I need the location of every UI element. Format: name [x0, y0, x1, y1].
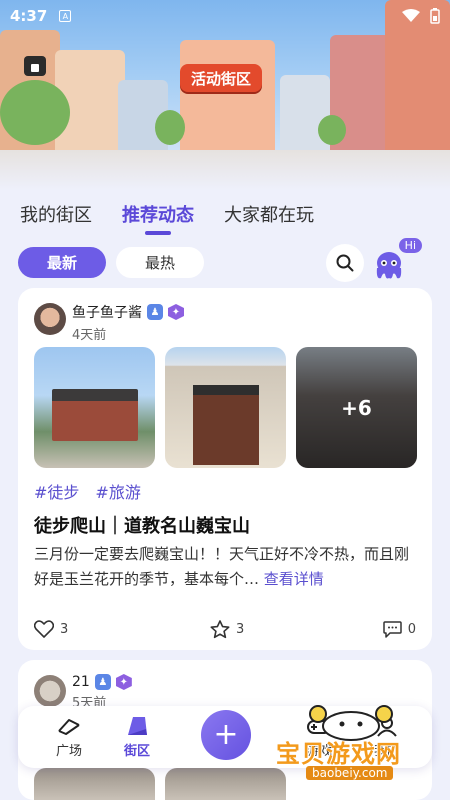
like-button[interactable]: 3 [34, 620, 68, 638]
archway-graphic [52, 389, 138, 441]
more-photos-count: +6 [296, 347, 417, 468]
post-photo-more[interactable]: +6 [296, 347, 417, 468]
tag-link[interactable]: #徒步 [34, 479, 79, 503]
verified-user-icon: ♟ [94, 674, 111, 690]
watermark-url: baobeiy.com [306, 766, 394, 780]
mascot-greeting: Hi [398, 238, 422, 253]
filter-bar: 最新 最热 Hi [18, 238, 432, 282]
mascot-assistant-button[interactable]: Hi [372, 238, 422, 282]
level-badge-icon: ✦ [115, 674, 132, 690]
avatar[interactable] [34, 303, 66, 335]
filter-latest-button[interactable]: 最新 [18, 246, 106, 278]
street-icon [125, 714, 149, 738]
post-photo[interactable] [34, 768, 155, 800]
post-author[interactable]: 鱼子鱼子酱 ♟ ✦ 4天前 [34, 302, 184, 343]
temple-door-graphic [193, 385, 259, 465]
verified-user-icon: ♟ [147, 304, 163, 320]
plus-icon: + [213, 717, 239, 752]
post-card[interactable]: 鱼子鱼子酱 ♟ ✦ 4天前 +6 #徒步 #旅游 徒步爬山｜道教名山巍宝山 三月… [18, 288, 432, 650]
comment-button[interactable]: 0 [382, 620, 416, 638]
post-time: 4天前 [72, 328, 107, 343]
battery-icon [430, 8, 440, 24]
comment-count: 0 [407, 621, 416, 637]
tree [0, 80, 70, 145]
view-details-link[interactable]: 查看详情 [264, 570, 324, 588]
post-photo[interactable] [165, 768, 286, 800]
status-bar: 4:37 A [0, 0, 450, 32]
avatar[interactable] [34, 675, 66, 707]
tag-link[interactable]: #旅游 [95, 479, 140, 503]
photo-gallery [34, 768, 286, 800]
post-body-text: 三月份一定要去爬巍宝山！！天气正好不冷不热，而且刚好是玉兰花开的季节，基本每个… [34, 545, 410, 588]
nav-street[interactable]: 街区 [112, 714, 162, 759]
create-post-button[interactable]: + [201, 710, 251, 760]
author-name[interactable]: 21 [72, 674, 90, 690]
photo-gallery: +6 [34, 347, 417, 468]
sim-icon: A [59, 10, 72, 22]
like-count: 3 [60, 621, 69, 637]
author-name[interactable]: 鱼子鱼子酱 [72, 302, 142, 322]
post-photo[interactable] [165, 347, 286, 468]
nav-street-label: 街区 [123, 744, 150, 759]
favorite-button[interactable]: 3 [210, 619, 245, 639]
status-time: 4:37 [10, 7, 48, 25]
post-photo[interactable] [34, 347, 155, 468]
watermark-text: 宝贝游戏网 [276, 740, 401, 768]
star-icon [210, 619, 230, 638]
plaza-icon [56, 714, 82, 738]
search-icon [336, 254, 354, 272]
site-watermark: 宝贝游戏网 baobeiy.com [270, 705, 448, 800]
nav-plaza[interactable]: 广场 [44, 714, 94, 759]
tab-my-street[interactable]: 我的街区 [20, 201, 92, 227]
tree [318, 115, 346, 145]
tab-recommended[interactable]: 推荐动态 [122, 201, 194, 227]
level-badge-icon: ✦ [168, 304, 184, 320]
post-actions: 3 3 0 [34, 618, 416, 640]
octopus-mascot-icon [376, 252, 402, 279]
post-title[interactable]: 徒步爬山｜道教名山巍宝山 [34, 512, 250, 538]
filter-hottest-button[interactable]: 最热 [116, 246, 204, 278]
status-icons [402, 8, 440, 24]
favorite-count: 3 [236, 621, 245, 637]
tree [155, 110, 185, 145]
hero-sign: 活动街区 [180, 64, 262, 92]
post-tags: #徒步 #旅游 [34, 479, 141, 503]
main-tabs: 我的街区 推荐动态 大家都在玩 [0, 192, 450, 236]
post-body: 三月份一定要去爬巍宝山！！天气正好不冷不热，而且刚好是玉兰花开的季节，基本每个…… [34, 542, 418, 592]
tab-everyone-playing[interactable]: 大家都在玩 [224, 201, 314, 227]
comment-icon [382, 620, 402, 638]
heart-icon [34, 620, 54, 638]
street [0, 150, 450, 190]
wifi-icon [402, 9, 420, 22]
nav-plaza-label: 广场 [55, 744, 82, 759]
home-icon[interactable] [24, 56, 46, 76]
search-button[interactable] [326, 244, 364, 282]
